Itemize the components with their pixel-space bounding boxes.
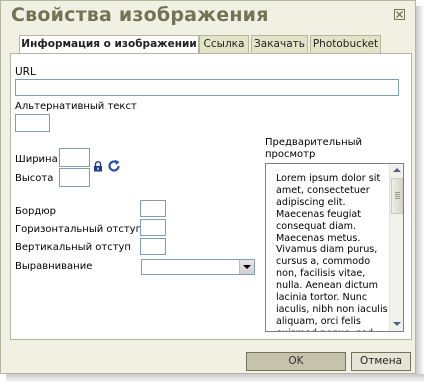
width-input[interactable]: [59, 148, 90, 167]
dialog-title: Свойства изображения: [11, 4, 269, 26]
tab-photobucket[interactable]: Photobucket: [310, 35, 381, 53]
tab-image-info[interactable]: Информация о изображении: [19, 35, 199, 54]
scroll-down-icon[interactable]: [391, 318, 403, 330]
vspace-input[interactable]: [140, 238, 166, 255]
close-button[interactable]: [394, 9, 405, 20]
url-label: URL: [15, 66, 36, 78]
align-select[interactable]: [141, 259, 255, 275]
refresh-icon[interactable]: [107, 159, 121, 173]
preview-label-line1: Предварительный: [265, 137, 362, 148]
url-input[interactable]: [15, 79, 399, 96]
border-label: Бордюр: [15, 206, 57, 217]
alt-text-input[interactable]: [15, 114, 50, 132]
chevron-down-icon[interactable]: [239, 260, 254, 274]
preview-label: Предварительный просмотр: [265, 137, 362, 161]
preview-box[interactable]: Lorem ipsum dolor sit amet, consectetuer…: [265, 163, 404, 332]
alt-text-label: Альтернативный текст: [15, 101, 137, 112]
tab-upload[interactable]: Закачать: [251, 35, 308, 53]
close-icon: [396, 11, 403, 18]
vspace-label: Вертикальный отступ: [15, 242, 131, 253]
image-properties-dialog: Свойства изображения Информация о изобра…: [0, 0, 416, 374]
preview-text: Lorem ipsum dolor sit amet, consectetuer…: [276, 173, 388, 331]
tab-link[interactable]: Ссылка: [199, 35, 249, 53]
border-input[interactable]: [140, 200, 166, 217]
dialog-shadow-right: [416, 6, 424, 380]
hspace-label: Горизонтальный отступ: [15, 224, 143, 235]
preview-label-line2: просмотр: [265, 149, 316, 160]
ok-button[interactable]: OK: [246, 352, 346, 371]
cancel-button[interactable]: Отмена: [351, 352, 411, 371]
hspace-input[interactable]: [140, 219, 166, 236]
width-label: Ширина: [15, 154, 58, 165]
scrollbar-thumb[interactable]: [391, 178, 403, 214]
height-label: Высота: [15, 173, 54, 184]
scroll-up-icon[interactable]: [391, 165, 403, 177]
height-input[interactable]: [59, 168, 90, 187]
dialog-shadow-bottom: [6, 374, 424, 383]
lock-icon[interactable]: [93, 161, 103, 172]
preview-scrollbar[interactable]: [389, 164, 403, 331]
align-label: Выравнивание: [15, 261, 93, 272]
